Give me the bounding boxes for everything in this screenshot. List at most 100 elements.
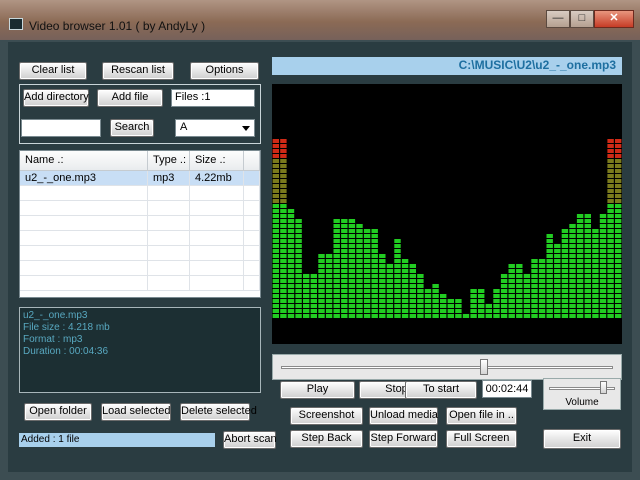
column-name[interactable]: Name .: [20, 151, 148, 170]
spectrum-bar-segment [576, 269, 584, 273]
spectrum-bar-segment [478, 294, 485, 298]
spectrum-bar-segment [417, 274, 424, 278]
spectrum-svg [272, 139, 622, 318]
spectrum-bar-segment [295, 274, 302, 278]
spectrum-bar-segment [295, 294, 302, 298]
spectrum-bar-segment [280, 174, 287, 178]
filter-dropdown[interactable]: A [175, 119, 255, 137]
empty-cell [148, 216, 190, 230]
seek-slider[interactable] [272, 354, 622, 380]
spectrum-bar-segment [318, 254, 325, 258]
spectrum-bar-segment [592, 234, 599, 238]
spectrum-bar-segment [561, 249, 569, 253]
empty-rows [20, 186, 260, 291]
step-forward-button[interactable]: Step Forward [369, 430, 438, 448]
spectrum-bar-segment [341, 274, 348, 278]
spectrum-bar-segment [493, 289, 500, 293]
table-row[interactable]: u2_-_one.mp3 mp3 4.22mb [20, 171, 260, 186]
spectrum-bar-segment [440, 294, 447, 298]
spectrum-bar-segment [348, 259, 356, 263]
spectrum-bar-segment [295, 299, 302, 303]
spectrum-bar-segment [592, 284, 599, 288]
spectrum-bar-segment [569, 269, 576, 273]
spectrum-bar-segment [546, 254, 553, 258]
clear-list-button[interactable]: Clear list [19, 62, 87, 80]
screenshot-button[interactable]: Screenshot [290, 407, 363, 425]
spectrum-bar-segment [280, 154, 287, 158]
unload-media-button[interactable]: Unload media [369, 407, 438, 425]
spectrum-bar-segment [462, 314, 470, 318]
spectrum-bar-segment [333, 304, 340, 308]
spectrum-bar-segment [272, 184, 279, 188]
spectrum-bar-segment [576, 229, 584, 233]
column-type[interactable]: Type .: [148, 151, 190, 170]
spectrum-bar-segment [531, 279, 538, 283]
exit-button[interactable]: Exit [543, 429, 621, 449]
play-button[interactable]: Play [280, 381, 355, 399]
spectrum-bar-segment [386, 269, 394, 273]
rescan-list-button[interactable]: Rescan list [102, 62, 174, 80]
search-button[interactable]: Search [110, 119, 154, 137]
spectrum-bar-segment [272, 144, 279, 148]
search-input[interactable] [21, 119, 101, 137]
spectrum-bar-segment [280, 244, 287, 248]
spectrum-bar-segment [325, 264, 333, 268]
spectrum-bar-segment [546, 239, 553, 243]
spectrum-bar-segment [561, 239, 569, 243]
add-directory-button[interactable]: Add directory [23, 89, 89, 107]
maximize-button[interactable]: □ [570, 10, 594, 28]
volume-thumb[interactable] [600, 381, 607, 394]
spectrum-bar-segment [607, 144, 614, 148]
abort-scan-button[interactable]: Abort scan [223, 431, 277, 449]
options-button[interactable]: Options [190, 62, 259, 80]
spectrum-bar-segment [371, 304, 378, 308]
spectrum-bar-segment [546, 274, 553, 278]
minimize-button[interactable]: — [546, 10, 570, 28]
spectrum-bar-segment [280, 179, 287, 183]
spectrum-bar-segment [363, 289, 371, 293]
step-back-button[interactable]: Step Back [290, 430, 363, 448]
spectrum-bar-segment [607, 299, 614, 303]
to-start-button[interactable]: To start [405, 381, 477, 399]
spectrum-bar-segment [409, 284, 416, 288]
spectrum-bar-segment [432, 284, 439, 288]
spectrum-bar-segment [272, 209, 279, 213]
spectrum-bar-segment [295, 219, 302, 223]
seek-thumb[interactable] [479, 359, 488, 375]
spectrum-bar-segment [325, 274, 333, 278]
spectrum-bar-segment [599, 214, 607, 218]
spectrum-bar-segment [592, 279, 599, 283]
volume-control[interactable]: Volume [543, 378, 621, 410]
spectrum-bar-segment [272, 194, 279, 198]
spectrum-bar-segment [303, 299, 310, 303]
close-button[interactable]: ✕ [594, 10, 634, 28]
spectrum-bar-segment [272, 164, 279, 168]
spectrum-bar-segment [333, 299, 340, 303]
full-screen-button[interactable]: Full Screen [446, 430, 517, 448]
spectrum-bar-segment [280, 264, 287, 268]
spectrum-bar-segment [386, 314, 394, 318]
open-folder-button[interactable]: Open folder [24, 403, 92, 421]
open-file-in-button[interactable]: Open file in .. [446, 407, 517, 425]
column-size[interactable]: Size .: [190, 151, 244, 170]
spectrum-bar-segment [333, 254, 340, 258]
delete-selected-button[interactable]: Delete selected [180, 403, 257, 421]
spectrum-bar-segment [303, 284, 310, 288]
spectrum-bar-segment [310, 314, 317, 318]
spectrum-bar-segment [546, 294, 553, 298]
spectrum-bar-segment [493, 294, 500, 298]
load-selected-button[interactable]: Load selected [101, 403, 171, 421]
spectrum-bar-segment [341, 284, 348, 288]
spectrum-bar-segment [607, 289, 614, 293]
spectrum-bar-segment [363, 239, 371, 243]
spectrum-bar-segment [341, 244, 348, 248]
playback-time: 00:02:44 [482, 380, 532, 398]
spectrum-bar-segment [333, 294, 340, 298]
spectrum-bar-segment [287, 279, 295, 283]
spectrum-bar-segment [401, 269, 409, 273]
file-list[interactable]: Name .: Type .: Size .: u2_-_one.mp3 mp3… [19, 150, 261, 298]
add-file-button[interactable]: Add file [97, 89, 163, 107]
spectrum-bar-segment [508, 289, 515, 293]
spectrum-bar-segment [607, 139, 614, 143]
spectrum-bar-segment [516, 309, 523, 313]
